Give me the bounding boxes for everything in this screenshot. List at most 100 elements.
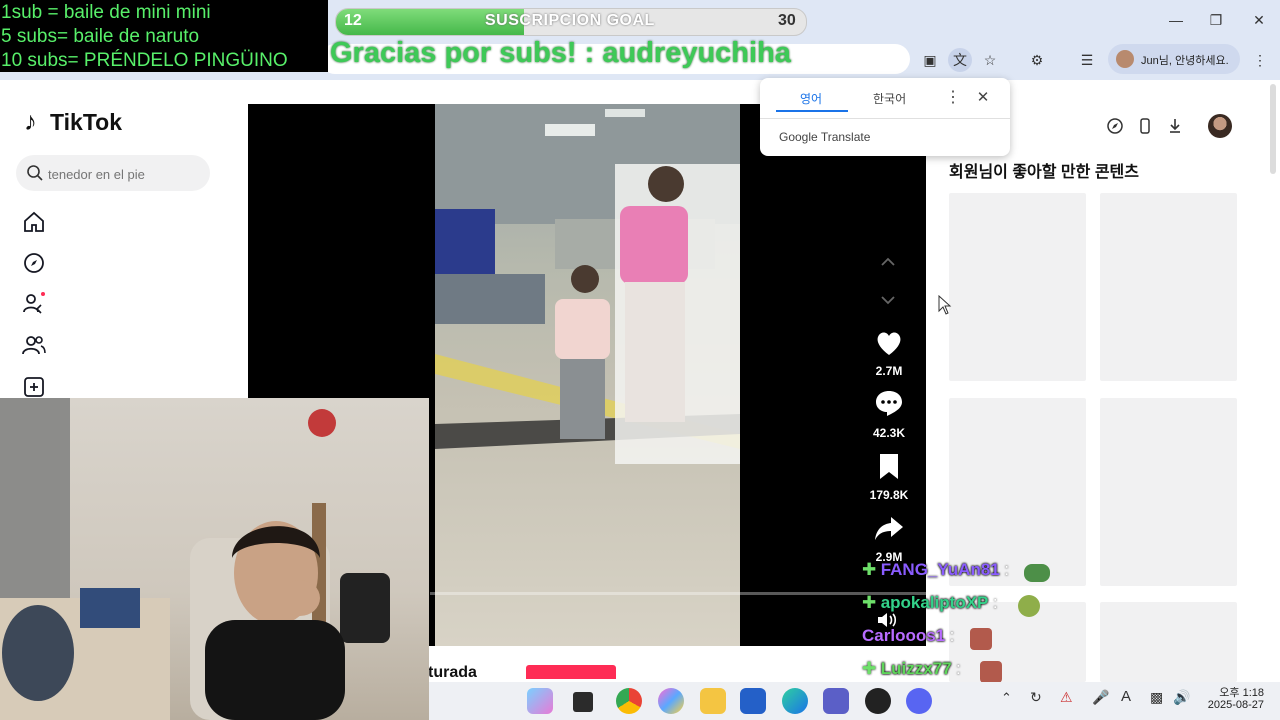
copilot-icon[interactable] — [527, 688, 553, 714]
translate-tab-indicator — [776, 110, 848, 112]
sync-icon[interactable]: ↻ — [1030, 689, 1042, 706]
translate-icon[interactable]: 文 — [948, 48, 972, 72]
goal-current-count: 12 — [344, 12, 362, 29]
clock-date[interactable]: 2025-08-27 — [1200, 699, 1264, 711]
network-off-icon[interactable]: ⚠ — [1060, 689, 1073, 706]
bookmark-star-icon[interactable]: ☆ — [978, 48, 1002, 72]
discord-icon[interactable] — [906, 688, 932, 714]
office-icon[interactable] — [658, 688, 684, 714]
translate-tab-source[interactable]: 영어 — [800, 90, 822, 107]
comment-icon[interactable] — [873, 387, 905, 419]
chat-separator: : — [956, 659, 961, 678]
heart-icon[interactable] — [873, 327, 905, 359]
tiktok-logo[interactable]: TikTok — [50, 109, 122, 136]
explore-icon[interactable] — [22, 251, 46, 275]
chat-badge-icon: ✚ — [862, 560, 877, 579]
emote-icon — [970, 628, 992, 650]
like-count: 2.7M — [875, 364, 903, 378]
task-view-icon[interactable] — [573, 692, 593, 712]
chat-username[interactable]: apokaliptoXP — [881, 593, 989, 612]
search-input[interactable] — [46, 162, 200, 186]
recommendation-card[interactable] — [1100, 193, 1237, 381]
bookmark-icon[interactable] — [873, 450, 905, 482]
browser-menu-icon[interactable]: ⋮ — [1248, 48, 1272, 72]
obs-icon[interactable] — [865, 688, 891, 714]
clock-time[interactable]: 오후 1:18 — [1210, 684, 1264, 700]
install-app-icon[interactable]: ▣ — [918, 48, 942, 72]
reward-line-1: 1sub = baile de mini mini — [1, 2, 211, 23]
translate-tab-target[interactable]: 한국어 — [873, 90, 906, 107]
recommendations-title: 회원님이 좋아할 만한 콘텐츠 — [949, 164, 1139, 181]
scrollbar[interactable] — [1270, 84, 1276, 174]
mouse-cursor-icon — [938, 295, 952, 315]
translate-divider — [760, 118, 1010, 119]
recommendation-card[interactable] — [1100, 398, 1237, 586]
compass-icon[interactable] — [1106, 117, 1124, 135]
user-avatar[interactable] — [1208, 114, 1232, 138]
speaker-icon[interactable]: 🔊 — [1173, 689, 1190, 706]
follow-button[interactable] — [526, 665, 616, 679]
download-icon[interactable] — [1166, 117, 1184, 135]
chat-separator: : — [1004, 560, 1009, 579]
friends-icon[interactable] — [22, 333, 46, 357]
chat-badge-icon: ✚ — [862, 659, 877, 678]
chat-message: ✚ FANG_YuAn81 : — [862, 560, 1050, 588]
chat-separator: : — [949, 626, 955, 645]
goal-target-count: 30 — [778, 12, 796, 29]
display-icon[interactable]: ▩ — [1150, 689, 1163, 706]
chat-username[interactable]: Carlooos1 — [862, 626, 945, 645]
video-frame[interactable] — [435, 104, 740, 646]
caption-area — [430, 646, 926, 682]
save-count: 179.8K — [869, 488, 909, 502]
share-icon[interactable] — [873, 512, 905, 544]
chevron-up-tray-icon[interactable]: ⌃ — [1001, 690, 1012, 706]
following-icon[interactable] — [22, 291, 46, 315]
translate-brand: Google Translate — [779, 130, 871, 144]
chevron-down-icon[interactable] — [878, 290, 898, 310]
device-icon[interactable] — [1136, 117, 1154, 135]
tiktok-note-icon[interactable]: ♪ — [24, 106, 37, 137]
recommendation-card[interactable] — [949, 193, 1086, 381]
chat-username[interactable]: Luizzx77 — [881, 659, 952, 678]
search-icon[interactable] — [26, 164, 44, 182]
chat-message: Carlooos1 : — [862, 626, 992, 654]
recommendation-card[interactable] — [949, 398, 1086, 586]
emote-icon — [1018, 595, 1040, 617]
file-explorer-icon[interactable] — [700, 688, 726, 714]
translate-more-icon[interactable]: ⋮ — [945, 87, 961, 107]
video-scene — [435, 104, 740, 464]
profile-avatar — [1116, 50, 1134, 68]
chrome-icon[interactable] — [616, 688, 642, 714]
emote-icon — [1024, 564, 1050, 582]
store-icon[interactable] — [740, 688, 766, 714]
teams-icon[interactable] — [823, 688, 849, 714]
video-progress-bar[interactable] — [430, 592, 926, 595]
reading-list-icon[interactable]: ☰ — [1075, 48, 1099, 72]
chat-badge-icon: ✚ — [862, 593, 877, 612]
chat-separator: : — [992, 593, 998, 612]
reward-line-5: 5 subs= baile de naruto — [1, 26, 200, 47]
webcam-feed — [0, 398, 429, 720]
chat-message: ✚ apokaliptoXP : — [862, 593, 1040, 621]
recommendation-card[interactable] — [1100, 602, 1237, 682]
chevron-up-icon[interactable] — [878, 252, 898, 272]
chat-username[interactable]: FANG_YuAn81 — [881, 560, 1000, 579]
profile-greeting: Jun님, 안녕하세요. — [1141, 55, 1229, 67]
comment-count: 42.3K — [872, 426, 906, 440]
reward-line-10: 10 subs= PRÉNDELO PINGÜINO — [1, 50, 288, 71]
close-window-icon[interactable]: ✕ — [1247, 8, 1271, 32]
upload-icon[interactable] — [22, 375, 46, 399]
extensions-icon[interactable]: ⚙ — [1025, 48, 1049, 72]
minimize-icon[interactable]: — — [1164, 8, 1188, 32]
microphone-icon[interactable]: 🎤 — [1092, 689, 1109, 706]
home-icon[interactable] — [22, 210, 46, 234]
webcam-scene — [0, 398, 390, 720]
emote-icon — [980, 661, 1002, 683]
video-caption[interactable]: turada — [428, 664, 477, 682]
goal-label: SUSCRIPCION GOAL — [485, 12, 655, 29]
input-language-icon[interactable]: A — [1121, 688, 1131, 705]
restore-icon[interactable]: ❐ — [1204, 8, 1228, 32]
subscriber-thanks-banner: Gracias por subs! : audreyuchiha — [330, 37, 791, 69]
edge-icon[interactable] — [782, 688, 808, 714]
translate-close-icon[interactable]: ✕ — [975, 88, 991, 108]
